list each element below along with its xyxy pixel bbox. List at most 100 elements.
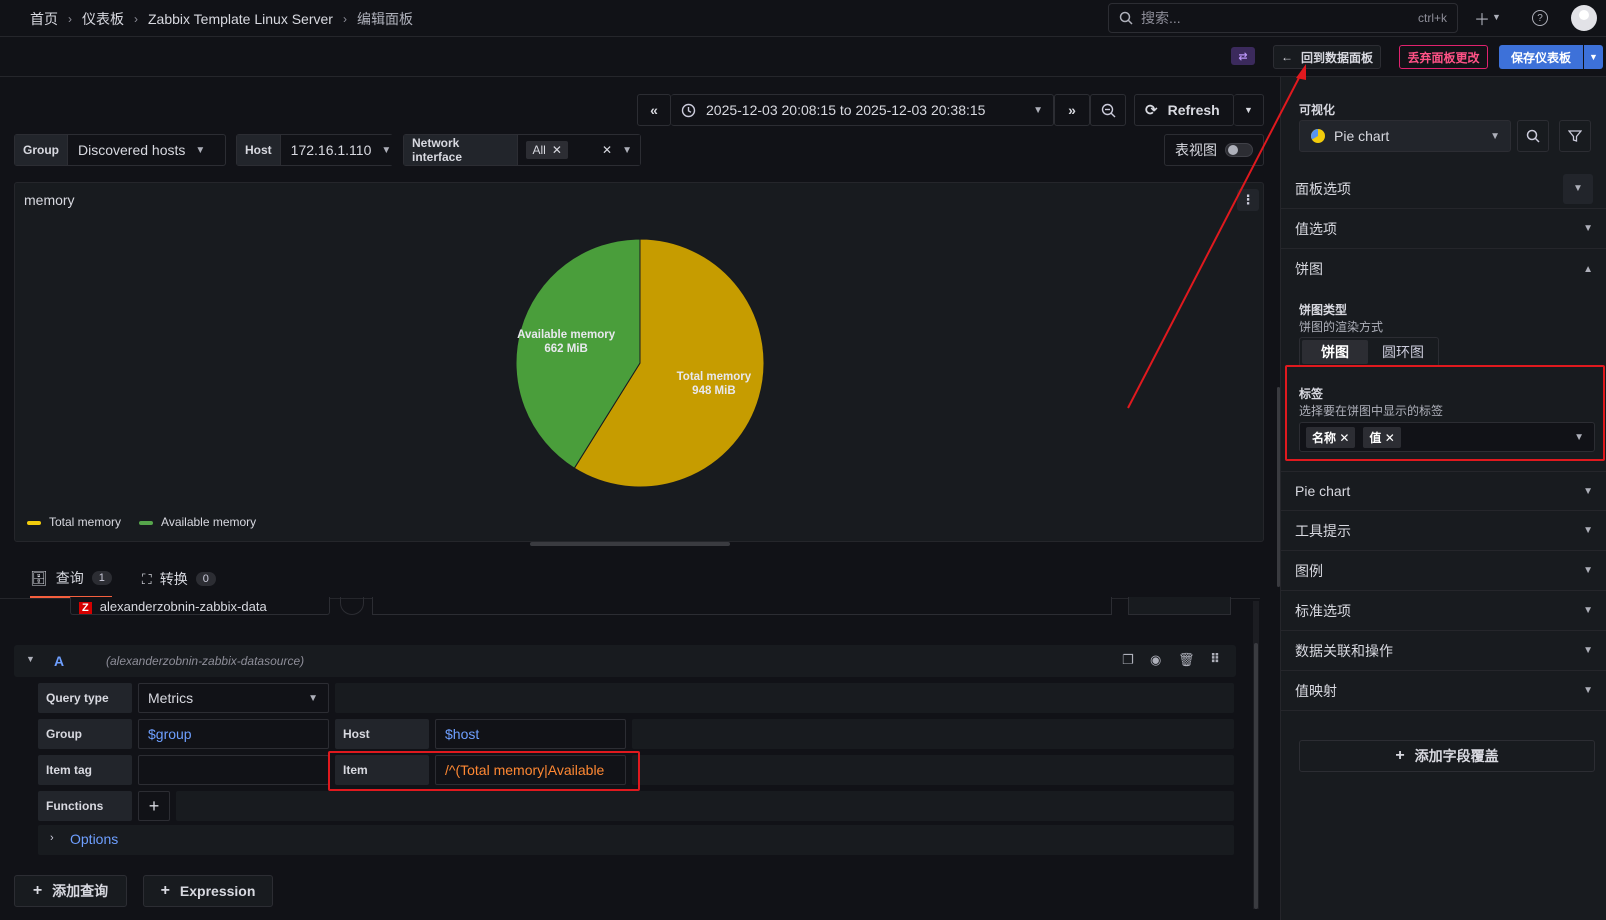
filter-button[interactable] [1559, 120, 1591, 152]
chevron-right-icon: › [68, 12, 72, 26]
clear-icon[interactable]: ✕ [602, 143, 612, 157]
query-inspector-button[interactable] [1128, 597, 1231, 615]
zoom-out-button[interactable] [1090, 94, 1126, 126]
item-tag-input[interactable] [138, 755, 329, 785]
trash-icon[interactable]: 🗑 [1178, 652, 1195, 668]
plus-icon[interactable]: ＋ [1474, 6, 1490, 30]
query-options-bar[interactable] [372, 597, 1112, 615]
query-ref-id[interactable]: A [54, 653, 64, 669]
tab-query[interactable]: 🗄 查询 1 [30, 568, 112, 598]
search-options-button[interactable] [1517, 120, 1549, 152]
double-chevron-right-icon: » [1068, 102, 1076, 118]
options-toggle[interactable]: Options [70, 831, 118, 847]
drag-handle-icon[interactable]: ⠿ [1210, 651, 1220, 667]
section-panel-options[interactable]: 面板选项 ▼ [1281, 169, 1606, 209]
chevron-down-icon: ▼ [1563, 173, 1593, 204]
section-pie-chart[interactable]: Pie chart ▼ [1281, 471, 1606, 511]
visualization-picker[interactable]: Pie chart ▼ [1299, 120, 1511, 152]
variable-group-value[interactable]: Discovered hosts ▼ [68, 135, 216, 165]
refresh-interval-chevron-icon[interactable]: ▼ [1234, 94, 1264, 126]
eye-icon[interactable]: ◉ [1150, 652, 1161, 668]
highlight-box [1285, 365, 1605, 461]
plus-icon: + [160, 882, 170, 899]
chevron-down-icon[interactable]: ▼ [1492, 12, 1501, 22]
row-filler [632, 755, 1234, 785]
pie-type-label: 饼图类型 [1299, 303, 1348, 317]
item-tag-label: Item tag [38, 755, 132, 785]
group-input[interactable]: $group [138, 719, 329, 749]
table-view-toggle[interactable]: 表视图 [1164, 134, 1264, 166]
chevron-right-icon[interactable]: › [50, 832, 54, 844]
query-editor: Zalexanderzobnin-zabbix-data ▼ A (alexan… [0, 597, 1260, 920]
time-range-picker[interactable]: 2025-12-03 20:08:15 to 2025-12-03 20:38:… [671, 94, 1054, 126]
time-range-label: 2025-12-03 20:08:15 to 2025-12-03 20:38:… [706, 102, 986, 118]
swap-icon[interactable]: ⇄ [1231, 47, 1255, 65]
breadcrumb-home[interactable]: 首页 [30, 9, 58, 29]
query-type-select[interactable]: Metrics ▼ [138, 683, 329, 713]
host-input[interactable]: $host [435, 719, 626, 749]
help-icon[interactable]: ? [1532, 10, 1548, 26]
row-filler [632, 719, 1234, 749]
close-icon[interactable]: ✕ [552, 143, 562, 157]
chevron-down-icon: ▼ [1583, 685, 1593, 696]
breadcrumb-dashboard[interactable]: Zabbix Template Linux Server [148, 11, 333, 27]
highlight-box [328, 751, 640, 791]
pie-type-option-donut[interactable]: 圆环图 [1370, 340, 1436, 364]
section-legend[interactable]: 图例 ▼ [1281, 551, 1606, 591]
chevron-down-icon: ▼ [1583, 223, 1593, 234]
zabbix-icon: Z [79, 602, 92, 614]
chevron-up-icon: ▲ [1583, 263, 1593, 275]
chevron-down-icon: ▼ [1490, 130, 1500, 142]
datasource-picker[interactable]: Zalexanderzobnin-zabbix-data [70, 597, 330, 615]
save-options-chevron-icon[interactable]: ▼ [1584, 45, 1603, 69]
add-function-button[interactable]: + [138, 791, 170, 821]
tab-transform[interactable]: ⛶ 转换 0 [142, 568, 216, 598]
save-dashboard-button[interactable]: 保存仪表板 [1499, 45, 1583, 69]
chevron-down-icon: ▼ [1583, 605, 1593, 616]
discard-button[interactable]: 丢弃面板更改 [1399, 45, 1488, 69]
pie-type-radio-group: 饼图 圆环图 [1299, 337, 1439, 367]
scrollbar-thumb[interactable] [1277, 387, 1280, 587]
section-value-mappings[interactable]: 值映射 ▼ [1281, 671, 1606, 711]
chevron-down-icon: ▼ [1583, 485, 1593, 497]
section-tooltip[interactable]: 工具提示 ▼ [1281, 511, 1606, 551]
toggle-switch[interactable] [1225, 143, 1253, 157]
query-datasource-name: (alexanderzobnin-zabbix-datasource) [106, 654, 305, 668]
search-shortcut: ctrl+k [1417, 11, 1447, 25]
variable-network-interface[interactable]: Network interface All ✕ ✕ ▼ [403, 134, 641, 166]
legend-item[interactable]: Total memory [27, 515, 121, 529]
variable-group[interactable]: Group Discovered hosts ▼ [14, 134, 226, 166]
breadcrumb-dashboards[interactable]: 仪表板 [82, 9, 124, 29]
legend-item[interactable]: Available memory [139, 515, 256, 529]
variable-host-value[interactable]: 172.16.1.110 ▼ [280, 135, 402, 165]
pie-slice-label: Available memory [517, 329, 616, 341]
group-label: Group [38, 719, 132, 749]
time-back-button[interactable]: « [637, 94, 671, 126]
clock-icon [681, 103, 696, 117]
add-field-override-button[interactable]: + 添加字段覆盖 [1299, 740, 1595, 772]
copy-icon[interactable]: ❐ [1122, 652, 1134, 668]
pie-type-option-pie[interactable]: 饼图 [1302, 340, 1368, 364]
zoom-out-icon [1101, 103, 1115, 117]
search-input[interactable]: 搜索... ctrl+k [1108, 3, 1458, 33]
section-pie[interactable]: 饼图 ▲ [1281, 249, 1606, 289]
expression-button[interactable]: + Expression [143, 875, 273, 907]
back-to-dashboard-button[interactable]: ← 回到数据面板 [1273, 45, 1381, 69]
collapse-chevron-icon[interactable]: ▼ [26, 654, 35, 664]
add-query-button[interactable]: + 添加查询 [14, 875, 127, 907]
time-forward-button[interactable]: » [1054, 94, 1090, 126]
variable-network-interface-value[interactable]: All ✕ ✕ ▼ [518, 135, 640, 165]
section-standard-options[interactable]: 标准选项 ▼ [1281, 591, 1606, 631]
pie-slice-label: 662 MiB [544, 343, 587, 355]
variable-host[interactable]: Host 172.16.1.110 ▼ [236, 134, 402, 166]
section-value-options[interactable]: 值选项 ▼ [1281, 209, 1606, 249]
back-label: 回到数据面板 [1300, 50, 1373, 65]
avatar[interactable] [1571, 5, 1597, 31]
resize-handle[interactable] [530, 542, 730, 546]
scrollbar-track[interactable] [1253, 601, 1259, 909]
scrollbar-thumb[interactable] [1254, 643, 1258, 909]
refresh-button[interactable]: ⟳ Refresh [1134, 94, 1234, 126]
info-icon[interactable] [340, 597, 364, 615]
functions-label: Functions [38, 791, 132, 821]
section-data-links[interactable]: 数据关联和操作 ▼ [1281, 631, 1606, 671]
